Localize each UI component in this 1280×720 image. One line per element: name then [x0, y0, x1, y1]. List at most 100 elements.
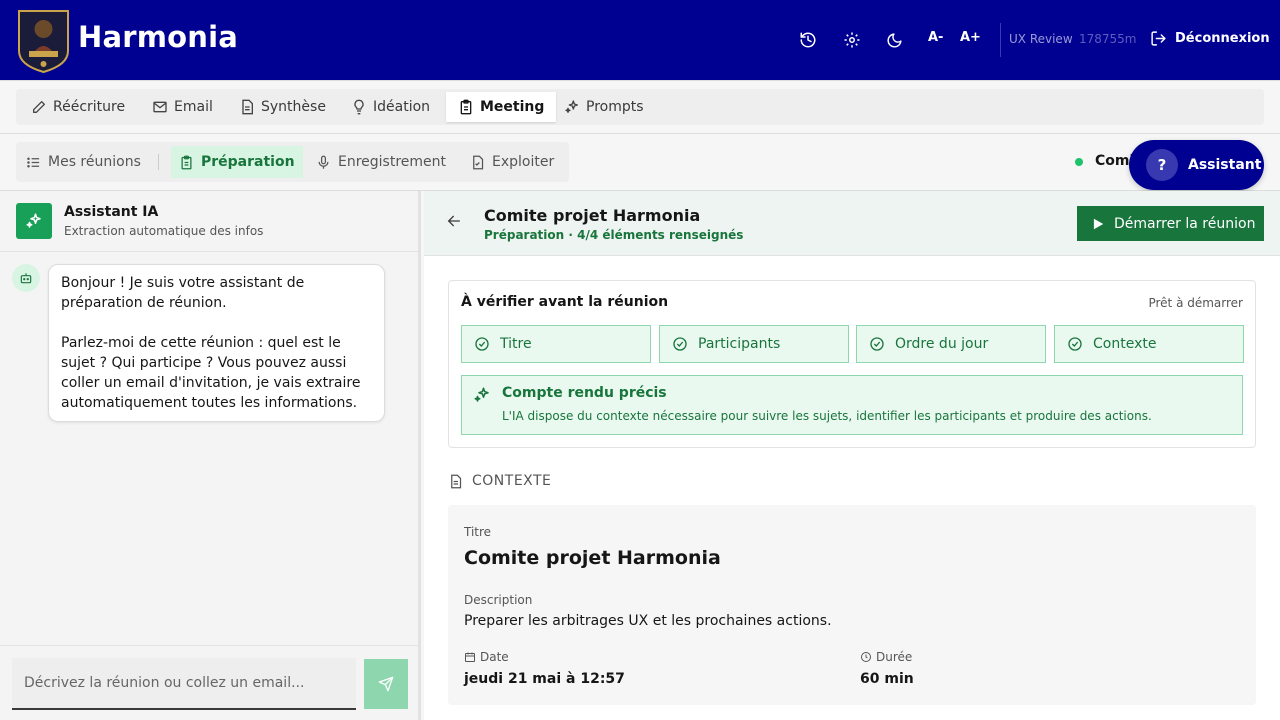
subtab-label: Préparation [201, 154, 295, 170]
context-title-key: Titre [464, 525, 492, 539]
context-label-text: CONTEXTE [472, 473, 552, 489]
meeting-sub-toolbar: Mes réunions Préparation Enregistrement … [0, 134, 1280, 191]
check-circle-icon [475, 337, 489, 351]
chat-panel-subtitle: Extraction automatique des infos [64, 224, 264, 238]
tab-label: Synthèse [261, 99, 326, 115]
check-item-label: Ordre du jour [895, 336, 989, 352]
back-arrow-icon[interactable] [446, 213, 466, 233]
tab-label: Prompts [586, 99, 644, 115]
check-item-titre: Titre [461, 325, 651, 363]
tab-ideation[interactable]: Idéation [339, 92, 442, 122]
history-icon[interactable] [796, 28, 820, 52]
context-duration-key: Durée [860, 650, 912, 664]
subtab-label: Mes réunions [48, 154, 141, 170]
help-question-icon: ? [1146, 149, 1178, 181]
check-item-label: Titre [500, 336, 532, 352]
check-item-ordre-du-jour: Ordre du jour [856, 325, 1046, 363]
check-item-label: Contexte [1093, 336, 1157, 352]
precise-report-notice: Compte rendu précis L'IA dispose du cont… [461, 375, 1243, 435]
context-card: Titre Comite projet Harmonia Description… [448, 505, 1256, 705]
clipboard-icon [460, 99, 472, 115]
document-icon [242, 99, 253, 115]
play-icon [1093, 218, 1104, 229]
pre-meeting-checklist: À vérifier avant la réunion Prêt à démar… [448, 280, 1256, 448]
tab-label: Email [174, 99, 213, 115]
sparkles-icon [474, 387, 489, 402]
app-brand-title: Harmonia [78, 20, 239, 54]
header-divider [1000, 23, 1001, 57]
context-date-key: Date [464, 650, 509, 664]
meeting-sub-tabs: Mes réunions Préparation Enregistrement … [16, 142, 569, 182]
main-tabs-bar: Réécriture Email Synthèse Idéation Meeti… [0, 80, 1280, 134]
clock-icon [861, 652, 871, 662]
subtab-enregistrement[interactable]: Enregistrement [308, 146, 454, 178]
send-icon [378, 676, 394, 692]
subtab-mes-reunions[interactable]: Mes réunions [18, 146, 149, 178]
subtab-label: Exploiter [492, 154, 555, 170]
message-paragraph: Parlez-moi de cette réunion : quel est l… [61, 335, 361, 411]
precise-report-text: L'IA dispose du contexte nécessaire pour… [502, 409, 1152, 423]
document-icon [451, 474, 462, 488]
assistant-message-bubble: Bonjour ! Je suis votre assistant de pré… [48, 264, 385, 422]
ux-review-counter: 178755m [1079, 32, 1137, 46]
settings-gear-icon[interactable] [840, 28, 864, 52]
logout-label: Déconnexion [1175, 31, 1270, 46]
tab-prompts[interactable]: Prompts [552, 92, 656, 122]
mail-icon [153, 101, 167, 113]
meeting-progress-subtitle: Préparation · 4/4 éléments renseignés [484, 228, 744, 242]
context-title-value: Comite projet Harmonia [464, 547, 721, 569]
tab-synthese[interactable]: Synthèse [227, 92, 338, 122]
context-duration-value: 60 min [860, 671, 914, 687]
pencil-icon [33, 101, 45, 113]
check-circle-icon [1068, 337, 1082, 351]
context-section-label: CONTEXTE [448, 473, 551, 489]
chat-panel-header: Assistant IA Extraction automatique des … [0, 191, 418, 252]
send-button[interactable] [364, 659, 408, 709]
font-size-increase-button[interactable]: A+ [960, 30, 981, 45]
context-date-value: jeudi 21 mai à 12:57 [464, 671, 625, 687]
status-indicator-dot [1075, 158, 1083, 166]
clipboard-icon [181, 155, 192, 169]
microphone-icon [318, 155, 329, 169]
check-item-label: Participants [698, 336, 781, 352]
tab-label: Réécriture [53, 99, 126, 115]
check-circle-icon [870, 337, 884, 351]
document-icon [473, 155, 484, 169]
chat-panel-title: Assistant IA [64, 204, 159, 220]
start-meeting-button[interactable]: Démarrer la réunion [1077, 206, 1264, 241]
context-description-value: Preparer les arbitrages UX et les procha… [464, 613, 832, 629]
app-header: Harmonia A- A+ UX Review 178755m Déconne… [0, 0, 1280, 80]
harmonia-logo [17, 7, 70, 74]
bot-avatar-icon [12, 264, 40, 292]
assistant-help-button[interactable]: ? Assistant [1129, 140, 1264, 190]
check-circle-icon [673, 337, 687, 351]
duration-key-label: Durée [876, 650, 913, 664]
subtab-preparation[interactable]: Préparation [171, 146, 303, 178]
tab-label: Meeting [480, 99, 545, 115]
context-description-key: Description [464, 593, 533, 607]
logout-icon [1151, 31, 1166, 46]
logout-button[interactable]: Déconnexion [1150, 30, 1270, 47]
sparkles-icon [565, 100, 578, 113]
lightbulb-icon [354, 99, 364, 115]
tab-meeting[interactable]: Meeting [446, 92, 557, 122]
main-tabs: Réécriture Email Synthèse Idéation Meeti… [16, 89, 1264, 125]
subtab-divider [158, 154, 159, 170]
check-item-participants: Participants [659, 325, 849, 363]
subtab-exploiter[interactable]: Exploiter [462, 146, 562, 178]
precise-report-title: Compte rendu précis [502, 385, 667, 401]
check-item-contexte: Contexte [1054, 325, 1244, 363]
chat-message-input[interactable] [12, 658, 356, 710]
start-meeting-label: Démarrer la réunion [1114, 215, 1256, 232]
font-size-decrease-button[interactable]: A- [928, 30, 943, 45]
tab-email[interactable]: Email [140, 92, 225, 122]
meeting-preparation-panel: Comite projet Harmonia Préparation · 4/4… [424, 191, 1280, 720]
ux-review-label: UX Review [1009, 32, 1073, 46]
list-icon [27, 157, 40, 167]
message-paragraph: Bonjour ! Je suis votre assistant de pré… [61, 275, 305, 311]
checklist-status: Prêt à démarrer [1148, 296, 1243, 310]
tab-reecriture[interactable]: Réécriture [19, 92, 137, 122]
meeting-title: Comite projet Harmonia [484, 206, 701, 225]
dark-mode-moon-icon[interactable] [882, 28, 906, 52]
date-key-label: Date [480, 650, 509, 664]
